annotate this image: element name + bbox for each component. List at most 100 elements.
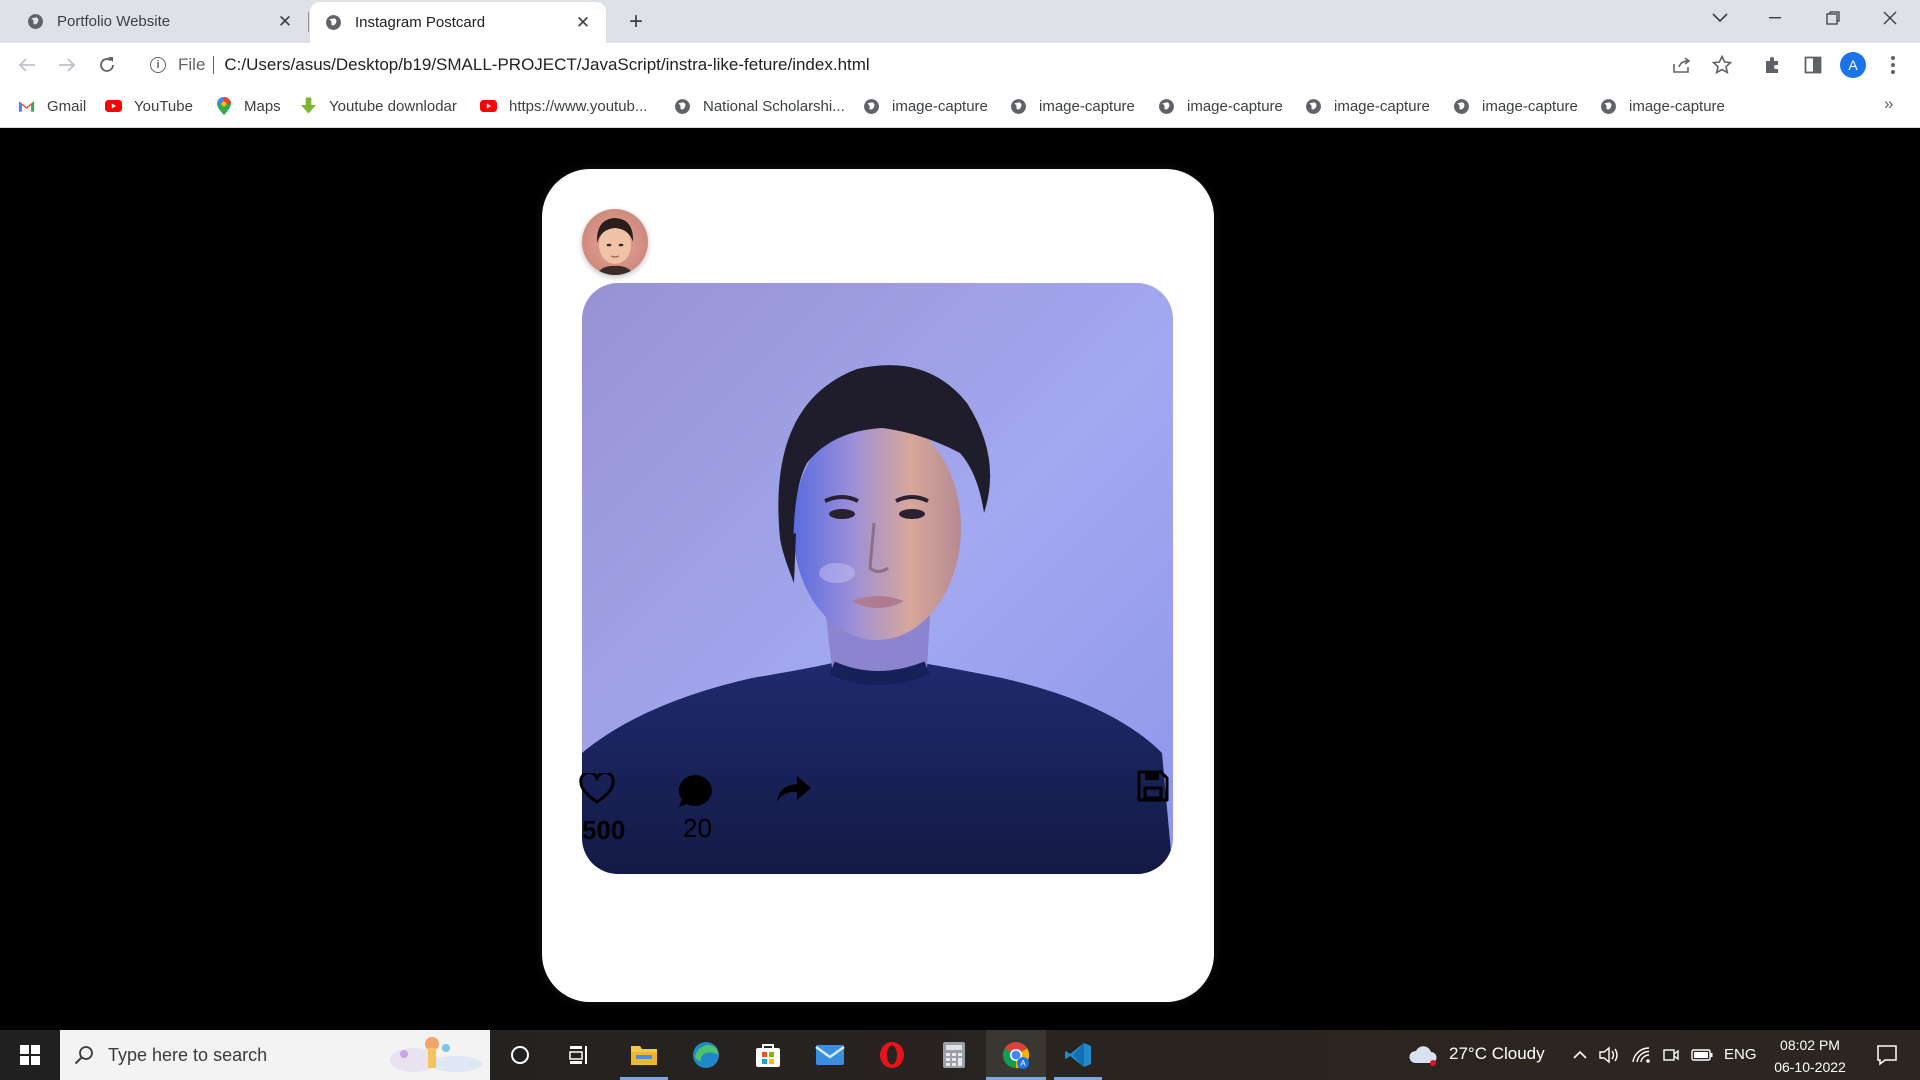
start-button[interactable]: [0, 1030, 60, 1080]
volume-icon[interactable]: [1596, 1030, 1622, 1080]
close-window-button[interactable]: [1862, 0, 1918, 36]
bookmark-label: Maps: [244, 97, 281, 115]
bookmark-gmail[interactable]: Gmail: [18, 86, 86, 126]
bookmark-label: Gmail: [47, 97, 87, 115]
task-view-icon: [569, 1046, 587, 1064]
show-hidden-icons-chevron-icon[interactable]: [1568, 1030, 1592, 1080]
tab-title: Portfolio Website: [57, 13, 171, 30]
forward-arrow-icon: [59, 58, 76, 72]
mail-envelope-icon: [815, 1045, 845, 1065]
more-menu-icon[interactable]: [1878, 50, 1908, 80]
battery-icon[interactable]: [1688, 1030, 1716, 1080]
comment-button[interactable]: [675, 771, 715, 811]
notifications-button[interactable]: [1862, 1030, 1912, 1080]
weather-text[interactable]: 27°C Cloudy: [1449, 1044, 1545, 1064]
clock-time: 08:02 PM: [1780, 1037, 1840, 1053]
meet-now-icon[interactable]: [1658, 1030, 1684, 1080]
reload-button[interactable]: [92, 50, 122, 80]
back-button[interactable]: [12, 50, 42, 80]
bookmark-label: National Scholarshi...: [703, 97, 845, 115]
share-page-icon[interactable]: [1667, 50, 1697, 80]
share-arrow-icon: [777, 776, 811, 802]
bookmark-label: Youtube downlodar: [329, 97, 457, 115]
bookmark-youtube[interactable]: YouTube: [105, 86, 193, 126]
gmail-icon: [18, 98, 35, 115]
bookmark-image-capture[interactable]: image-capture: [1453, 86, 1578, 126]
more-bookmarks-chevron-icon[interactable]: »: [1884, 94, 1893, 114]
chrome-app[interactable]: A: [986, 1030, 1046, 1080]
task-view-button[interactable]: [560, 1030, 600, 1080]
opera-app[interactable]: [866, 1030, 918, 1080]
bookmark-label: image-capture: [1482, 97, 1578, 115]
address-url: C:/Users/asus/Desktop/b19/SMALL-PROJECT/…: [224, 54, 870, 74]
bookmark-image-capture[interactable]: image-capture: [1158, 86, 1283, 126]
bookmark-youtube-downlodar[interactable]: Youtube downlodar: [300, 86, 457, 126]
profile-avatar[interactable]: A: [1840, 52, 1866, 78]
address-divider: [213, 55, 215, 74]
globe-icon: [674, 98, 691, 115]
bookmark-image-capture[interactable]: image-capture: [1010, 86, 1135, 126]
comment-count: 20: [683, 813, 712, 843]
globe-icon: [863, 98, 880, 115]
globe-icon: [326, 15, 341, 30]
reload-icon: [100, 57, 114, 72]
side-panel-icon[interactable]: [1798, 50, 1828, 80]
opera-browser-icon: [880, 1042, 904, 1068]
chrome-browser-icon: A: [1002, 1042, 1030, 1069]
search-highlight-illustration-icon: [390, 1037, 482, 1072]
language-indicator[interactable]: ENG: [1724, 1046, 1757, 1063]
bookmark-image-capture[interactable]: image-capture: [863, 86, 988, 126]
share-button[interactable]: [772, 769, 816, 809]
bookmark-national-scholarship[interactable]: National Scholarshi...: [674, 86, 845, 126]
cortana-button[interactable]: [500, 1030, 540, 1080]
like-button[interactable]: [576, 769, 618, 809]
close-tab-icon[interactable]: ✕: [274, 11, 296, 33]
tab-instagram-postcard[interactable]: Instagram Postcard ✕: [310, 2, 606, 43]
microsoft-store-app[interactable]: [742, 1030, 794, 1080]
edge-browser-icon: [693, 1042, 719, 1068]
weather-widget[interactable]: [1408, 1030, 1438, 1080]
mail-app[interactable]: [804, 1030, 856, 1080]
browser-tab-strip: Portfolio Website ✕ Instagram Postcard ✕…: [0, 0, 1920, 43]
close-tab-icon[interactable]: ✕: [572, 12, 594, 34]
maps-icon: [215, 97, 232, 115]
bookmark-image-capture[interactable]: image-capture: [1600, 86, 1725, 126]
bookmark-youtube-link[interactable]: https://www.youtub...: [480, 86, 647, 126]
extensions-puzzle-icon[interactable]: [1757, 50, 1787, 80]
restore-button[interactable]: [1805, 0, 1861, 36]
globe-icon: [28, 14, 43, 29]
edge-app[interactable]: [680, 1030, 732, 1080]
address-bar[interactable]: i File C:/Users/asus/Desktop/b19/SMALL-P…: [138, 48, 1738, 81]
bookmark-label: YouTube: [134, 97, 193, 115]
bookmark-label: image-capture: [1039, 97, 1135, 115]
tab-search-chevron-icon[interactable]: [1692, 0, 1748, 36]
new-tab-button[interactable]: +: [622, 8, 650, 36]
vscode-icon: [1065, 1043, 1091, 1067]
youtube-icon: [105, 98, 122, 115]
file-explorer-app[interactable]: [618, 1030, 670, 1080]
post-image[interactable]: [582, 283, 1173, 874]
tab-portfolio-website[interactable]: Portfolio Website ✕: [0, 0, 308, 43]
bookmark-label: image-capture: [1629, 97, 1725, 115]
bookmark-image-capture[interactable]: image-capture: [1305, 86, 1430, 126]
bookmark-star-icon[interactable]: [1707, 50, 1737, 80]
vscode-app[interactable]: [1052, 1030, 1104, 1080]
windows-logo-icon: [20, 1045, 40, 1065]
site-info-icon[interactable]: i: [150, 56, 166, 73]
forward-button[interactable]: [52, 50, 82, 80]
taskbar-clock[interactable]: 08:02 PM 06-10-2022: [1760, 1034, 1860, 1078]
calculator-app[interactable]: [928, 1030, 980, 1080]
save-button[interactable]: [1134, 767, 1172, 805]
bookmark-maps[interactable]: Maps: [215, 86, 281, 126]
windows-taskbar: Type here to search A 27°C Cloudy ENG 08…: [0, 1030, 1920, 1080]
svg-text:A: A: [1020, 1059, 1026, 1068]
notification-bubble-icon: [1877, 1045, 1897, 1066]
like-count: 500: [582, 815, 626, 845]
file-scheme-label: File: [178, 54, 206, 74]
wifi-icon[interactable]: [1628, 1030, 1654, 1080]
minimize-button[interactable]: [1747, 0, 1803, 36]
instagram-post-card: 500 20: [542, 169, 1214, 1002]
user-avatar[interactable]: [582, 209, 648, 275]
bookmark-label: image-capture: [1187, 97, 1283, 115]
taskbar-search-box[interactable]: Type here to search: [60, 1030, 490, 1080]
